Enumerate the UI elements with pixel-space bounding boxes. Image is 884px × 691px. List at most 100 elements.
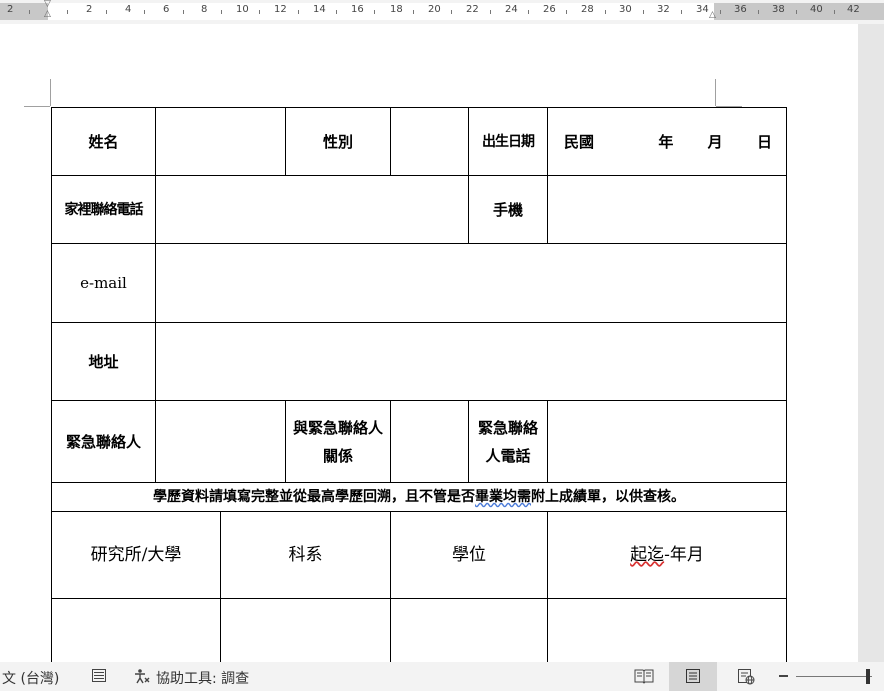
mobile-field[interactable]: [547, 175, 787, 244]
birth-date-field[interactable]: 民國 年 月 日: [547, 107, 787, 176]
web-layout-icon[interactable]: [737, 668, 755, 685]
gender-label: 性別: [285, 107, 391, 176]
table-row: 地址: [51, 322, 787, 401]
table-row: [51, 598, 787, 662]
language-indicator[interactable]: 文 (台灣): [2, 668, 59, 688]
ruler-tick: [298, 10, 299, 14]
ruler-label: 28: [581, 4, 594, 15]
name-field[interactable]: [155, 107, 286, 176]
right-indent-marker[interactable]: △: [709, 11, 716, 20]
document-page[interactable]: 姓名 性別 出生日期 民國 年 月 日 家裡聯絡電話 手機 e-mail 地址 …: [0, 24, 858, 662]
period-column-header: 起迄-年月: [547, 511, 787, 599]
birth-month-label: 月: [707, 132, 723, 151]
zoom-slider-thumb[interactable]: [866, 669, 870, 684]
print-layout-icon: [685, 668, 701, 683]
mobile-label: 手機: [468, 175, 548, 244]
home-phone-field[interactable]: [155, 175, 469, 244]
personal-data-form-table: 姓名 性別 出生日期 民國 年 月 日 家裡聯絡電話 手機 e-mail 地址 …: [51, 107, 787, 662]
email-field[interactable]: [155, 243, 787, 323]
name-label: 姓名: [51, 107, 156, 176]
banner-text: 附上成績單，以供查核。: [531, 489, 685, 505]
ruler-label: 10: [236, 4, 249, 15]
ruler-tick: [67, 10, 68, 14]
ruler-text-area: [48, 3, 714, 20]
table-row: 家裡聯絡電話 手機: [51, 175, 787, 244]
hanging-indent-marker[interactable]: △: [44, 10, 51, 19]
ruler-tick: [413, 10, 414, 14]
table-row: 學歷資料請填寫完整並從最高學歷回溯，且不管是否畢業均需附上成績單，以供查核。: [51, 482, 787, 512]
ruler-tick: [221, 10, 222, 14]
birth-date-label: 出生日期: [468, 107, 548, 176]
relation-field[interactable]: [390, 400, 469, 483]
ruler-tick: [374, 10, 375, 14]
ruler-label: 26: [543, 4, 556, 15]
ruler-label: 14: [313, 4, 326, 15]
emergency-phone-label: 緊急聯絡 人電話: [468, 400, 548, 483]
emergency-contact-label: 緊急聯絡人: [51, 400, 156, 483]
ruler-tick: [566, 10, 567, 14]
ruler-label: 2: [86, 4, 93, 15]
home-phone-label: 家裡聯絡電話: [51, 175, 156, 244]
ruler-label: 38: [772, 4, 785, 15]
emergency-phone-label-line2: 人電話: [485, 446, 531, 465]
ruler-label: 40: [810, 4, 823, 15]
ruler-label: 24: [505, 4, 518, 15]
crop-mark: [715, 79, 716, 106]
ruler-label: 34: [696, 4, 709, 15]
ruler-label: 18: [390, 4, 403, 15]
ruler-tick: [259, 10, 260, 14]
emergency-phone-field[interactable]: [547, 400, 787, 483]
table-row: 姓名 性別 出生日期 民國 年 月 日: [51, 107, 787, 176]
department-field[interactable]: [220, 598, 391, 662]
first-line-indent-marker[interactable]: ▽: [44, 0, 51, 9]
ruler-label: 36: [734, 4, 747, 15]
ruler-label: 42: [847, 4, 860, 15]
department-column-header: 科系: [220, 511, 391, 599]
zoom-out-button[interactable]: [779, 675, 788, 677]
ruler-tick: [643, 10, 644, 14]
banner-text-flagged: 畢業均需: [475, 489, 531, 505]
ruler-label: 22: [466, 4, 479, 15]
emergency-contact-field[interactable]: [155, 400, 286, 483]
ruler-label: 4: [125, 4, 132, 15]
ruler-label: 20: [428, 4, 441, 15]
ruler-tick: [758, 10, 759, 14]
period-field[interactable]: [547, 598, 787, 662]
crop-mark: [24, 106, 50, 107]
ruler-label: 16: [351, 4, 364, 15]
email-label: e-mail: [51, 243, 156, 323]
school-field[interactable]: [51, 598, 221, 662]
ruler-tick: [451, 10, 452, 14]
print-layout-button[interactable]: [669, 662, 717, 691]
macro-record-icon[interactable]: [91, 668, 107, 683]
emergency-phone-label-line1: 緊急聯絡: [477, 418, 538, 437]
read-mode-icon[interactable]: [634, 668, 654, 684]
address-label: 地址: [51, 322, 156, 401]
table-row: 研究所/大學 科系 學位 起迄-年月: [51, 511, 787, 599]
relation-label-line1: 與緊急聯絡人: [292, 418, 383, 437]
ruler-label: 12: [274, 4, 287, 15]
horizontal-ruler[interactable]: 2 2 4 6 8 10 12 14 16 18 20 22 24 26 28 …: [0, 0, 884, 24]
address-field[interactable]: [155, 322, 787, 401]
ruler-tick: [183, 10, 184, 14]
ruler-tick: [681, 10, 682, 14]
accessibility-status[interactable]: 協助工具: 調查: [156, 668, 249, 688]
ruler-tick: [106, 10, 107, 14]
zoom-slider-track[interactable]: [796, 676, 872, 677]
vertical-scrollbar[interactable]: [858, 24, 884, 662]
ruler-label: 8: [201, 4, 208, 15]
school-column-header: 研究所/大學: [51, 511, 221, 599]
ruler-tick: [29, 10, 30, 14]
ruler-label: 30: [619, 4, 632, 15]
education-instruction-banner: 學歷資料請填寫完整並從最高學歷回溯，且不管是否畢業均需附上成績單，以供查核。: [51, 482, 787, 512]
birth-year-label: 年: [658, 132, 674, 151]
degree-field[interactable]: [390, 598, 548, 662]
ruler-tick: [720, 10, 721, 14]
ruler-label: 2: [7, 4, 14, 15]
banner-text: 學歷資料請填寫完整並從最高學歷回溯，且不管是否: [153, 489, 475, 505]
accessibility-icon[interactable]: [133, 668, 150, 684]
table-row: 緊急聯絡人 與緊急聯絡人 關係 緊急聯絡 人電話: [51, 400, 787, 483]
ruler-label: 6: [163, 4, 170, 15]
relation-label: 與緊急聯絡人 關係: [285, 400, 391, 483]
gender-field[interactable]: [390, 107, 469, 176]
